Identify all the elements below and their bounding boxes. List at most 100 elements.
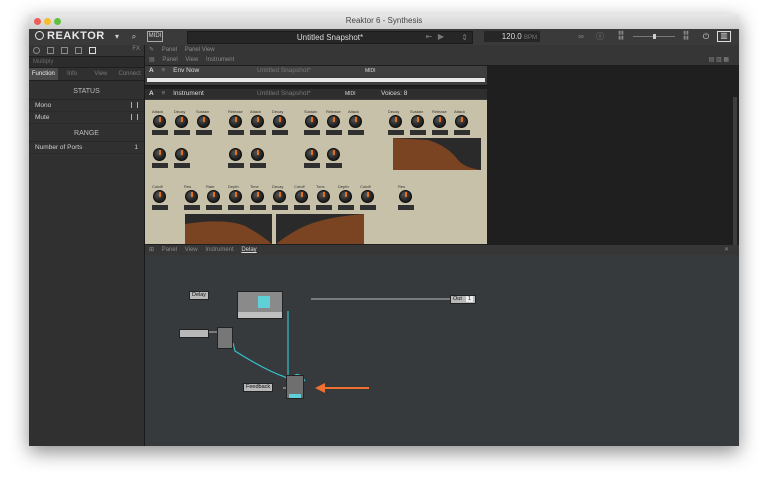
knob-value[interactable] <box>326 130 342 135</box>
range-value[interactable]: 1 <box>134 142 138 153</box>
image-icon[interactable] <box>61 47 68 54</box>
knob[interactable] <box>207 190 220 203</box>
knob-value[interactable] <box>326 163 342 168</box>
knob[interactable] <box>349 115 362 128</box>
knob[interactable] <box>361 190 374 203</box>
knob-value[interactable] <box>174 163 190 168</box>
knob[interactable] <box>185 190 198 203</box>
out-module[interactable]: Out 1 <box>450 295 476 304</box>
knob[interactable] <box>317 190 330 203</box>
knob-value[interactable] <box>250 205 266 210</box>
knob[interactable] <box>389 115 402 128</box>
knob-value[interactable] <box>338 205 354 210</box>
knob[interactable] <box>411 115 424 128</box>
knob-value[interactable] <box>316 205 332 210</box>
knob[interactable] <box>153 190 166 203</box>
knob[interactable] <box>305 148 318 161</box>
knob-value[interactable] <box>388 130 404 135</box>
breadcrumb-item[interactable]: View <box>185 247 198 253</box>
properties-icon[interactable] <box>89 47 96 54</box>
knob-value[interactable] <box>174 130 190 135</box>
knob[interactable] <box>153 148 166 161</box>
breadcrumb-item[interactable]: Panel <box>162 47 177 53</box>
knob[interactable] <box>251 148 264 161</box>
knob[interactable] <box>175 115 188 128</box>
layout-icon[interactable]: ▤ ▥ ▦ <box>709 55 729 65</box>
knob-value[interactable] <box>250 130 266 135</box>
knob[interactable] <box>273 190 286 203</box>
lock-icon[interactable]: ▤ <box>149 57 155 63</box>
knob[interactable] <box>295 190 308 203</box>
range-row-ports[interactable]: Number of Ports 1 <box>29 142 144 154</box>
breadcrumb-item[interactable]: Instrument <box>206 57 234 63</box>
feedback-module[interactable] <box>286 375 304 399</box>
fx-icon[interactable]: FX <box>132 46 140 52</box>
volume-slider[interactable] <box>633 31 675 42</box>
search-icon[interactable] <box>33 47 40 54</box>
knob[interactable] <box>197 115 210 128</box>
knob-value[interactable] <box>228 130 244 135</box>
knob[interactable] <box>175 148 188 161</box>
mute-toggle[interactable] <box>131 114 138 120</box>
knob[interactable] <box>305 115 318 128</box>
module-search[interactable]: Multiply <box>29 57 144 68</box>
power-icon[interactable]: ⏻ <box>701 31 711 42</box>
breadcrumb-item[interactable]: Panel View <box>185 47 215 53</box>
library-icon[interactable] <box>47 47 54 54</box>
knob-value[interactable] <box>152 205 168 210</box>
knob-value[interactable] <box>294 205 310 210</box>
knob-value[interactable] <box>272 130 288 135</box>
breadcrumb-item[interactable]: View <box>185 57 198 63</box>
breadcrumb-item[interactable]: Panel <box>162 247 177 253</box>
search-icon[interactable]: ⌕ <box>129 31 139 42</box>
structure-icon[interactable]: ⊞ <box>149 247 154 253</box>
instrument-name[interactable]: Instrument <box>173 90 204 97</box>
tab-info[interactable]: Info <box>58 68 87 80</box>
snapshot-arrows-icon[interactable]: ⇕ <box>461 32 468 43</box>
edit-icon[interactable]: ✎ <box>149 47 154 53</box>
link-icon[interactable]: ∞ <box>574 31 588 42</box>
knob[interactable] <box>251 190 264 203</box>
knob-value[interactable] <box>228 163 244 168</box>
delay-input-label[interactable]: Delay <box>189 291 210 300</box>
instrument-snapshot[interactable]: Untitled Snapshot* <box>257 66 311 76</box>
delay-module[interactable] <box>237 291 283 319</box>
knob-value[interactable] <box>272 205 288 210</box>
chevron-down-icon[interactable]: ▾ <box>113 31 121 42</box>
tab-connect[interactable]: Connect <box>115 68 144 80</box>
tab-function[interactable]: Function <box>29 68 58 80</box>
panel-scrollbar[interactable] <box>733 97 737 257</box>
knob-value[interactable] <box>228 205 244 210</box>
instrument-snapshot[interactable]: Untitled Snapshot* <box>257 89 311 99</box>
knob-value[interactable] <box>152 163 168 168</box>
knob-value[interactable] <box>432 130 448 135</box>
knob[interactable] <box>339 190 352 203</box>
tempo-field[interactable]: 120.0 BPM <box>484 31 540 42</box>
knob-value[interactable] <box>304 130 320 135</box>
menu-icon[interactable]: ≡ <box>162 67 166 74</box>
multiply-module[interactable] <box>217 327 233 349</box>
knob[interactable] <box>399 190 412 203</box>
constant-module[interactable] <box>179 329 209 338</box>
knob[interactable] <box>229 190 242 203</box>
columns-icon[interactable] <box>75 47 82 54</box>
knob-value[interactable] <box>304 163 320 168</box>
knob[interactable] <box>327 148 340 161</box>
knob-value[interactable] <box>410 130 426 135</box>
breadcrumb-item-active[interactable]: Delay <box>241 247 256 253</box>
knob-value[interactable] <box>398 205 414 210</box>
knob[interactable] <box>433 115 446 128</box>
knob-value[interactable] <box>250 163 266 168</box>
status-row-mono[interactable]: Mono <box>29 100 144 112</box>
knob[interactable] <box>327 115 340 128</box>
mono-toggle[interactable] <box>131 102 138 108</box>
knob[interactable] <box>273 115 286 128</box>
knob[interactable] <box>229 148 242 161</box>
info-icon[interactable]: ⓘ <box>595 31 605 42</box>
knob-value[interactable] <box>454 130 470 135</box>
transport-icon[interactable]: ⇤ <box>424 31 434 42</box>
knob-value[interactable] <box>196 130 212 135</box>
tab-view[interactable]: View <box>87 68 116 80</box>
panel-toggle-icon[interactable]: ▥ <box>717 31 731 42</box>
status-row-mute[interactable]: Mute <box>29 112 144 124</box>
